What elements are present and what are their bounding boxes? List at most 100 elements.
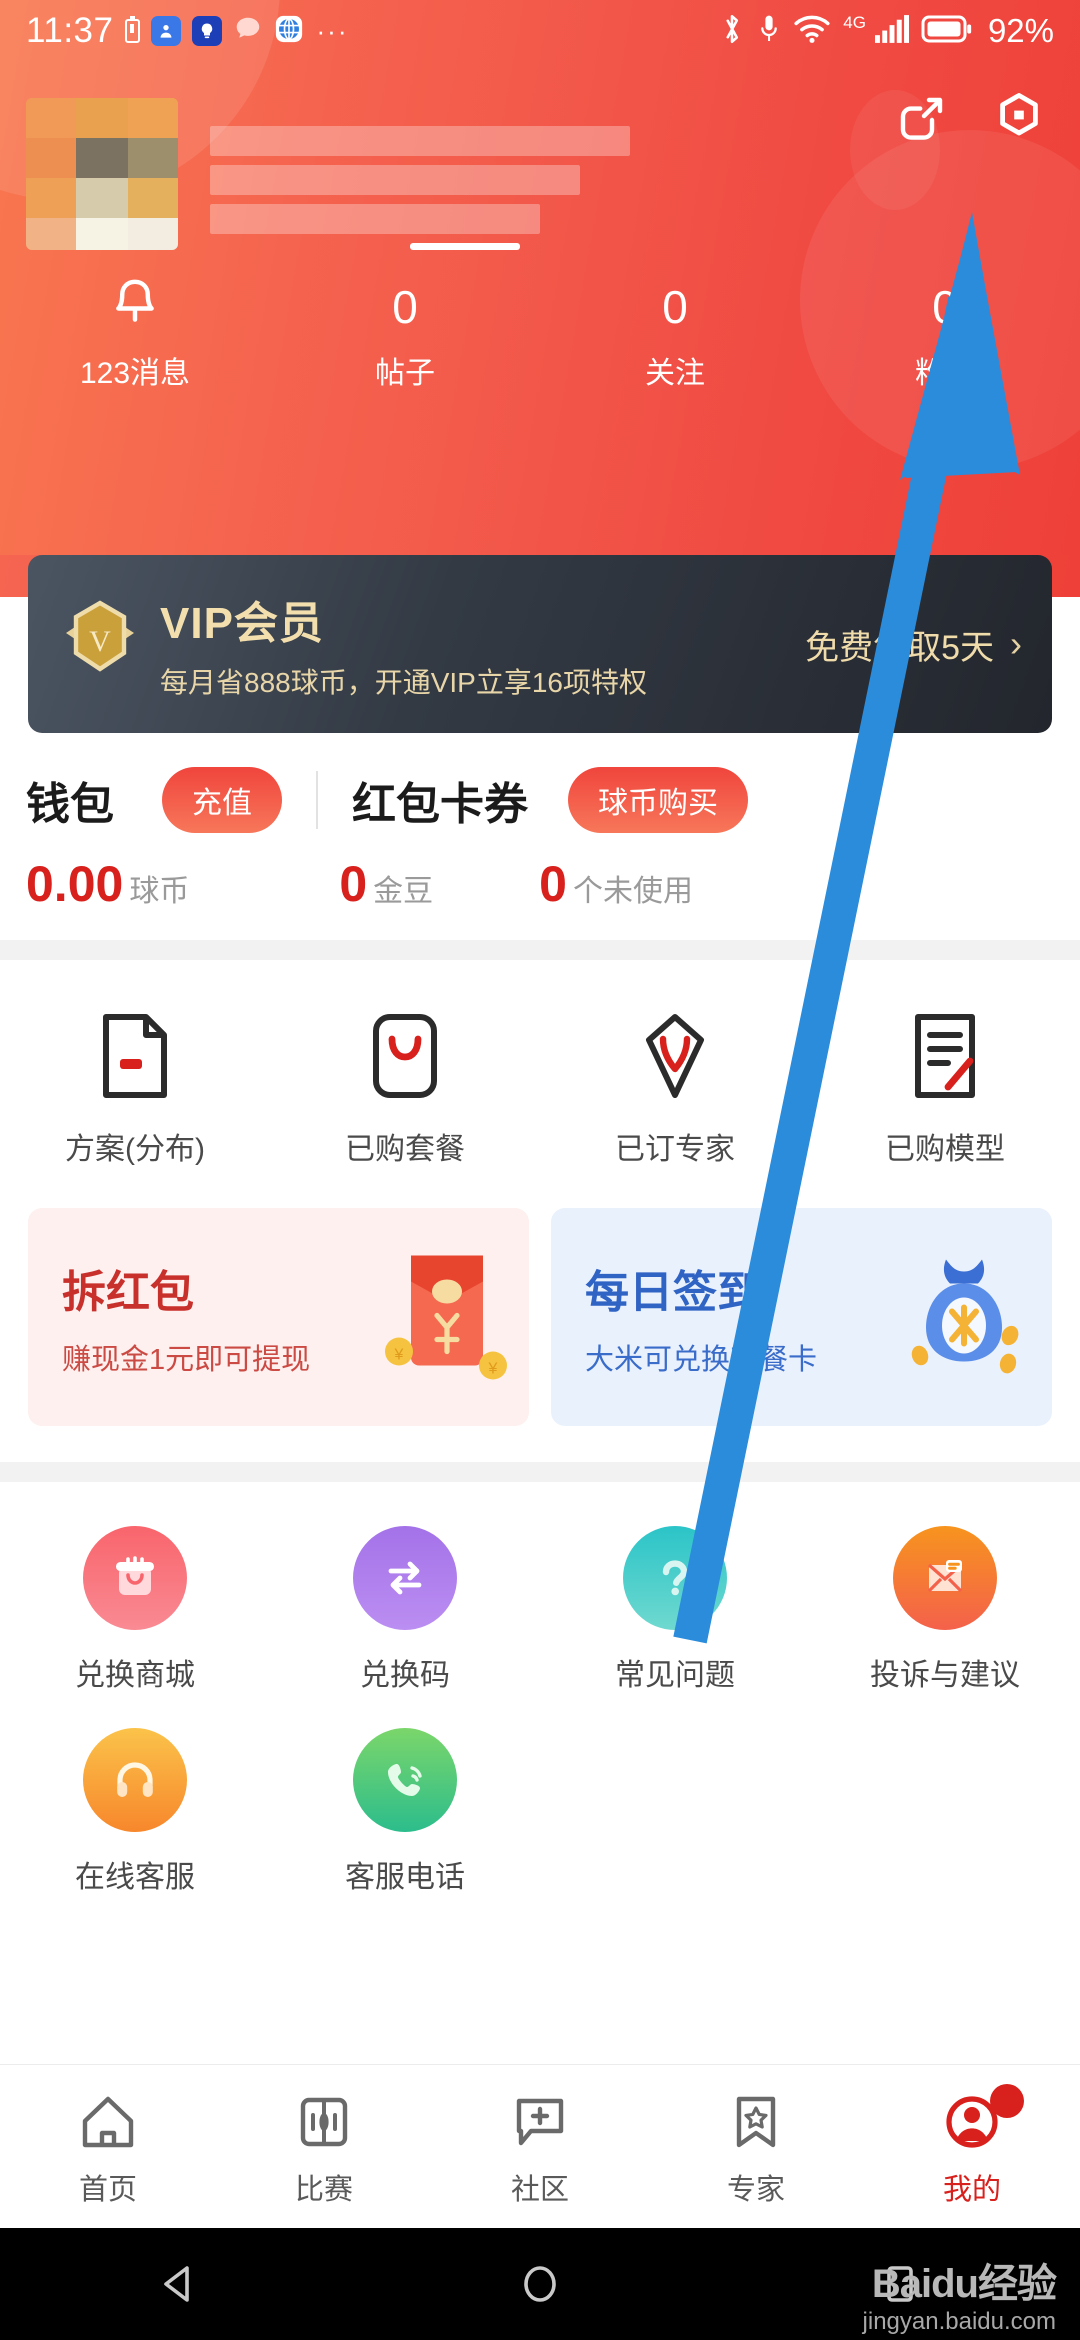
home-circle-icon[interactable] [480, 2228, 600, 2340]
service-grid: 兑换商城 兑换码 常见问题 投诉与建议 在线客服 客服电话 [0, 1482, 1080, 1956]
community-plus-icon [432, 2086, 648, 2158]
stat-label: 帖子 [375, 357, 435, 390]
message-icon [233, 14, 263, 49]
vip-cta[interactable]: 免费领取5天 › [805, 620, 1022, 669]
stat-following[interactable]: 0 关注 [540, 276, 810, 392]
service-item-phone-support[interactable]: 客服电话 [270, 1728, 540, 1896]
phone-call-icon [353, 1728, 457, 1832]
home-icon [0, 2086, 216, 2158]
stat-value: 0 [392, 281, 418, 333]
promo-subtitle: 赚现金1元即可提现 [62, 1344, 311, 1376]
question-mark-icon [623, 1526, 727, 1630]
more-dots-icon: ··· [316, 16, 349, 46]
battery-icon [921, 14, 973, 49]
bean-unit: 金豆 [373, 875, 434, 908]
header-actions [892, 88, 1048, 146]
service-item-shop[interactable]: 兑换商城 [0, 1526, 270, 1694]
vip-cta-label: 免费领取5天 [805, 628, 994, 667]
service-label: 客服电话 [345, 1861, 465, 1894]
svg-text:V: V [89, 625, 111, 658]
profile-stats: 123消息 0 帖子 0 关注 0 粉丝 [0, 276, 1080, 392]
stat-posts[interactable]: 0 帖子 [270, 276, 540, 392]
service-label: 兑换商城 [75, 1659, 195, 1692]
avatar[interactable] [26, 98, 178, 250]
coupon-value: 0 [539, 856, 567, 912]
location-icon [150, 16, 181, 46]
quick-item-label: 方案(分布) [65, 1133, 205, 1166]
bookmark-star-icon [648, 2086, 864, 2158]
recharge-button[interactable]: 充值 [162, 767, 282, 833]
nav-item-community[interactable]: 社区 [432, 2086, 648, 2208]
nav-item-match[interactable]: 比赛 [216, 2086, 432, 2208]
quick-item-label: 已订专家 [615, 1133, 735, 1166]
vip-banner-wrapper: V VIP会员 每月省888球币，开通VIP立享16项特权 免费领取5天 › [0, 555, 1080, 733]
section-separator [0, 1462, 1080, 1482]
service-item-empty [810, 1728, 1080, 1896]
android-navigation-bar: Baidu经验 jingyan.baidu.com [0, 2228, 1080, 2340]
service-item-complaint[interactable]: 投诉与建议 [810, 1526, 1080, 1694]
status-bar-time: 11:37 [26, 11, 114, 50]
service-item-empty [540, 1728, 810, 1896]
stat-value: 0 [932, 281, 958, 333]
service-row: 兑换商城 兑换码 常见问题 投诉与建议 [0, 1526, 1080, 1728]
browser-icon [274, 14, 304, 49]
quick-item-label: 已购套餐 [345, 1133, 465, 1166]
service-label: 兑换码 [360, 1659, 450, 1692]
nav-item-expert[interactable]: 专家 [648, 2086, 864, 2208]
service-label: 常见问题 [615, 1659, 735, 1692]
stat-label: 123消息 [79, 357, 191, 390]
back-triangle-icon[interactable] [120, 2228, 240, 2340]
profile-header: 11:37 ··· 4G 92% 123消息 0 帖子 0 关注 0 粉丝 [0, 0, 1080, 556]
nav-label: 首页 [78, 2173, 137, 2206]
promo-cards: 拆红包 赚现金1元即可提现 ¥ ¥ 每日签到 大米可兑换套餐卡 [0, 1208, 1080, 1462]
service-item-code[interactable]: 兑换码 [270, 1526, 540, 1694]
coupon-title: 红包卡券 [352, 780, 528, 829]
stat-followers[interactable]: 0 粉丝 [810, 276, 1080, 392]
share-icon[interactable] [892, 88, 950, 146]
promo-card-redpacket[interactable]: 拆红包 赚现金1元即可提现 ¥ ¥ [28, 1208, 529, 1426]
promo-card-checkin[interactable]: 每日签到 大米可兑换套餐卡 [551, 1208, 1052, 1426]
wallet-title: 钱包 [26, 780, 114, 829]
status-bar: 11:37 ··· 4G 92% [0, 0, 1080, 62]
quick-item-label: 已购模型 [885, 1133, 1005, 1166]
vip-subtitle: 每月省888球币，开通VIP立享16项特权 [160, 667, 647, 698]
quick-item-models[interactable]: 已购模型 [810, 1006, 1080, 1168]
headphones-icon [83, 1728, 187, 1832]
gift-shop-icon [83, 1526, 187, 1630]
battery-percent: 92% [987, 12, 1054, 49]
svg-text:¥: ¥ [394, 1347, 404, 1364]
buy-coins-button[interactable]: 球币购买 [568, 767, 748, 833]
quick-item-plans[interactable]: 方案(分布) [0, 1006, 270, 1168]
vip-banner[interactable]: V VIP会员 每月省888球币，开通VIP立享16项特权 免费领取5天 › [28, 555, 1052, 733]
promo-title: 拆红包 [62, 1268, 194, 1317]
quick-actions-row: 方案(分布) 已购套餐 已订专家 已购模型 [0, 960, 1080, 1208]
vip-title: VIP会员 [160, 599, 324, 648]
promo-subtitle: 大米可兑换套餐卡 [585, 1344, 818, 1376]
envelope-icon [893, 1526, 997, 1630]
watermark-url: jingyan.baidu.com [862, 2308, 1056, 2335]
notification-dot [990, 2083, 1024, 2118]
document-edit-icon [810, 1006, 1080, 1106]
nav-item-home[interactable]: 首页 [0, 2086, 216, 2208]
document-minus-icon [0, 1006, 270, 1106]
red-envelope-icon: ¥ ¥ [371, 1240, 511, 1395]
package-v-icon [270, 1006, 540, 1106]
hexagon-settings-icon[interactable] [990, 88, 1048, 146]
nav-label: 比赛 [294, 2173, 353, 2206]
nav-item-profile[interactable]: 我的 [864, 2083, 1080, 2208]
stat-label: 粉丝 [915, 357, 975, 390]
service-item-online-support[interactable]: 在线客服 [0, 1728, 270, 1896]
quick-item-experts[interactable]: 已订专家 [540, 1006, 810, 1168]
bean-value: 0 [339, 856, 368, 912]
quick-item-packages[interactable]: 已购套餐 [270, 1006, 540, 1168]
nav-label: 我的 [942, 2173, 1001, 2206]
signal-bars-icon [874, 14, 909, 49]
bell-icon [0, 276, 270, 338]
coupon-unit: 个未使用 [572, 875, 693, 908]
wallet-section: 钱包 充值 红包卡券 球币购买 0.00 球币 0 金豆 0 个未使用 [0, 733, 1080, 940]
stat-label: 关注 [645, 357, 705, 390]
balance-value: 0.00 [26, 856, 124, 912]
stat-value: 0 [662, 281, 688, 333]
service-item-faq[interactable]: 常见问题 [540, 1526, 810, 1694]
stat-messages[interactable]: 123消息 [0, 276, 270, 392]
